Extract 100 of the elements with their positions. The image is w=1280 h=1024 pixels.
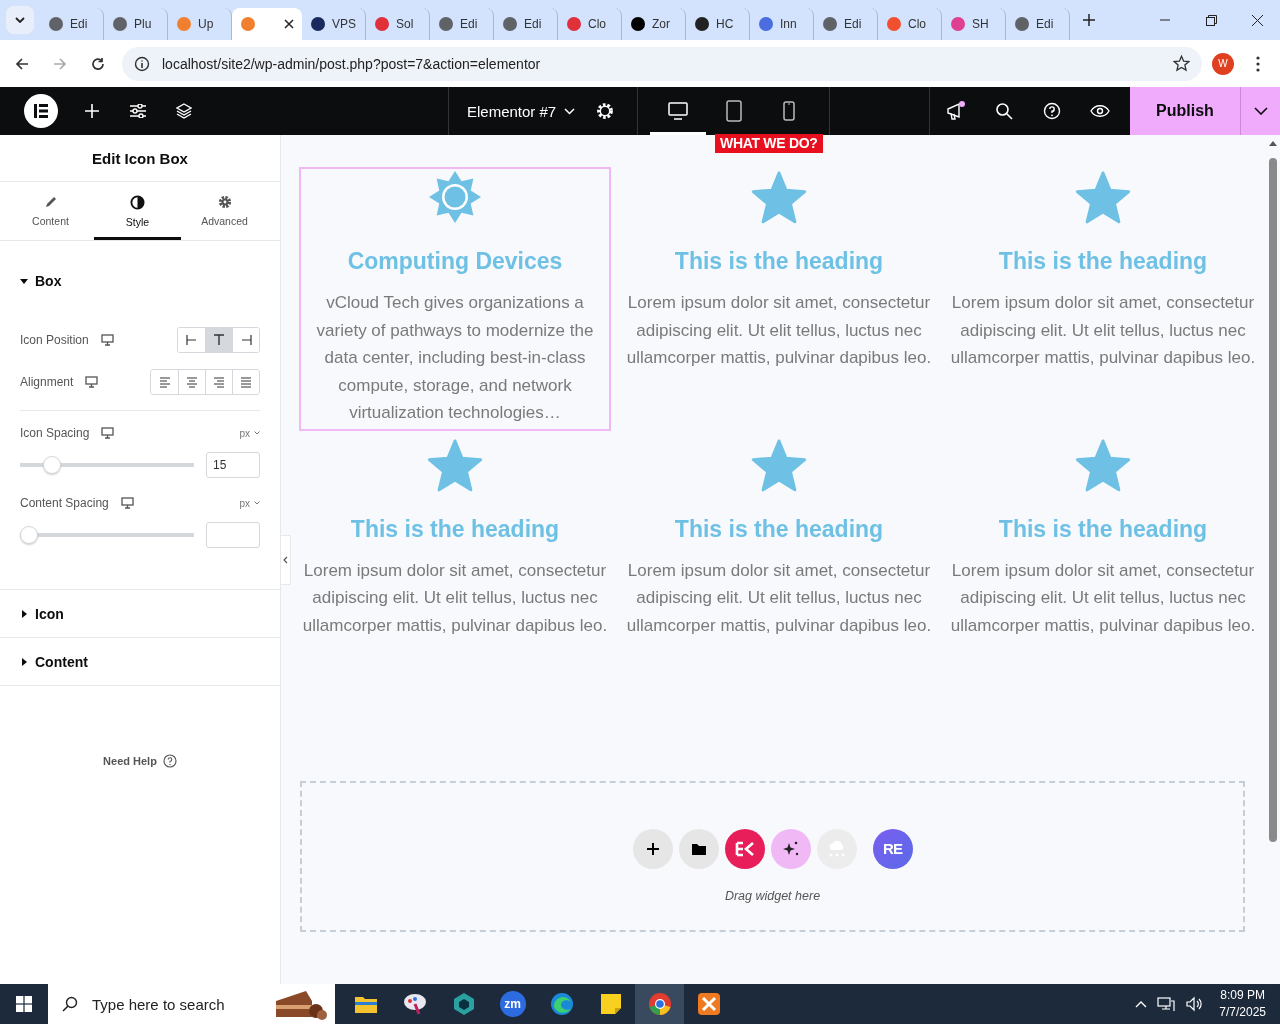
icon-box[interactable]: This is the heading Lorem ipsum dolor sit amet, consectetur adipiscing elit. Ut elit tellus, luctus nec ullamcorper mattis, pulvinar dapibus leo. [623, 167, 935, 431]
speaker-icon[interactable] [1185, 996, 1204, 1012]
document-title-button[interactable]: Elementor #7 [467, 102, 576, 120]
unit-selector[interactable]: px [239, 427, 260, 439]
icon-box[interactable]: This is the heading Lorem ipsum dolor sit amet, consectetur adipiscing elit. Ut elit tellus, luctus nec ullamcorper mattis, pulvinar dapibus leo. [623, 434, 935, 643]
desktop-icon[interactable] [85, 376, 99, 388]
choice-button[interactable] [232, 370, 259, 394]
publish-button[interactable]: Publish [1130, 87, 1240, 135]
segmented-control[interactable] [150, 369, 260, 395]
addon-button[interactable] [724, 828, 765, 869]
close-icon [1251, 14, 1263, 26]
chevron-left-icon [283, 556, 288, 564]
tab-title: Edi [844, 17, 862, 31]
drop-hint: Drag widget here [724, 888, 821, 903]
url-text: localhost/site2/wp-admin/post.php?post=7&action=elementor [162, 55, 542, 72]
tab-title: Edi [524, 17, 542, 31]
network-icon[interactable] [1157, 996, 1176, 1012]
desktop-icon [667, 102, 688, 120]
arrow-left-icon [15, 56, 29, 71]
addon-logo-button[interactable]: RE [872, 828, 913, 869]
tab-title: HC [716, 17, 734, 31]
logo-icon [33, 103, 49, 119]
gear-icon [596, 102, 614, 120]
control-label: Alignment [20, 375, 74, 389]
plus-icon [85, 104, 99, 118]
icon-box[interactable]: This is the heading Lorem ipsum dolor sit amet, consectetur adipiscing elit. Ut elit tellus, luctus nec ullamcorper mattis, pulvinar dapibus leo. [947, 434, 1259, 643]
star-icon [751, 437, 807, 492]
clock-time[interactable]: 8:09 PM [1220, 987, 1265, 1004]
layers-icon [176, 103, 192, 119]
info-icon[interactable] [134, 55, 150, 72]
box-description: Lorem ipsum dolor sit amet, consectetur adipiscing elit. Ut elit tellus, luctus nec ullamcorper mattis, pulvinar dapibus leo. [949, 292, 1257, 369]
profile-avatar[interactable]: W [1212, 52, 1234, 75]
icon-box[interactable]: This is the heading Lorem ipsum dolor sit amet, consectetur adipiscing elit. Ut elit tellus, luctus nec ullamcorper mattis, pulvinar dapibus leo. [299, 434, 611, 643]
minimize-icon [1160, 19, 1170, 21]
drop-zone[interactable]: RE Drag widget here [300, 781, 1245, 932]
panel-tab[interactable]: Style [94, 182, 181, 240]
plus-icon [1083, 14, 1095, 26]
tab-title: Edi [460, 17, 478, 31]
box-heading: This is the heading [350, 515, 560, 543]
notifications-button[interactable] [944, 99, 968, 123]
chevron-down-icon [254, 431, 260, 435]
slider-thumb[interactable] [43, 456, 62, 474]
box-description: vCloud Tech gives organizations a variety of pathways to modernize the data center, including best-in-class compute, storage, and network virtualization technologies… [315, 292, 595, 424]
tab-title: Zor [652, 17, 670, 31]
box-description: Lorem ipsum dolor sit amet, consectetur adipiscing elit. Ut elit tellus, luctus nec ullamcorper mattis, pulvinar dapibus leo. [625, 292, 933, 369]
panel-tab[interactable]: Advanced [181, 182, 268, 240]
top-icon [211, 332, 227, 348]
number-field[interactable] [206, 522, 260, 548]
justify-icon [238, 374, 254, 390]
segmented-control[interactable] [177, 327, 260, 353]
chevron-down-icon [1253, 107, 1268, 115]
search-icon [62, 996, 78, 1012]
taskbar-search-field[interactable]: Type here to search [48, 984, 335, 1024]
tab-list-button[interactable] [6, 6, 34, 34]
number-field[interactable]: 15 [206, 452, 260, 478]
star-outline-icon[interactable] [1173, 55, 1190, 72]
scroll-up-icon[interactable] [1268, 141, 1277, 146]
panel-tab[interactable]: Content [7, 182, 94, 240]
control-label: Icon Spacing [20, 426, 90, 440]
unit-selector[interactable]: px [239, 497, 260, 509]
reload-icon [91, 56, 105, 71]
zoom-taskbar-button[interactable]: zm [488, 984, 537, 1024]
clock-date[interactable]: 7/7/2025 [1219, 1004, 1266, 1021]
tab-title: Edi [1036, 17, 1054, 31]
address-bar[interactable]: localhost/site2/wp-admin/post.php?post=7&action=elementor [122, 46, 1202, 81]
arrow-right-icon [53, 56, 67, 71]
tab-title: Clo [908, 17, 926, 31]
box-heading: This is the heading [998, 248, 1208, 275]
chevron-down-icon [564, 107, 576, 115]
section-header[interactable]: Box [0, 241, 280, 319]
search-input[interactable]: Type here to search [90, 994, 260, 1014]
help-link[interactable]: Need Help [103, 755, 157, 767]
align-right-icon [211, 374, 227, 390]
desktop-icon[interactable] [120, 497, 134, 509]
choice-button[interactable] [232, 328, 259, 352]
align-center-icon [184, 374, 200, 390]
star-icon [427, 437, 483, 492]
mobile-icon [783, 101, 796, 121]
tab-title: Clo [588, 17, 606, 31]
section-header[interactable]: Icon [0, 590, 280, 637]
slider-thumb[interactable] [20, 526, 38, 544]
icon-box[interactable]: Computing Devices vCloud Tech gives organizations a variety of pathways to modernize the data center, including best-in-class compute, storage, and network virtualization technologies… [299, 167, 611, 431]
box-description: Lorem ipsum dolor sit amet, consectetur adipiscing elit. Ut elit tellus, luctus nec ullamcorper mattis, pulvinar dapibus leo. [949, 559, 1257, 637]
star-icon [751, 170, 807, 224]
sliders-icon [130, 104, 146, 118]
ai-button[interactable] [770, 828, 811, 869]
desktop-icon[interactable] [100, 334, 114, 346]
star-icon [1075, 437, 1131, 492]
chevron-up-icon[interactable] [1135, 1000, 1148, 1008]
tab-title: Edi [70, 17, 88, 31]
desktop-icon[interactable] [101, 427, 115, 439]
icon-box[interactable]: This is the heading Lorem ipsum dolor sit amet, consectetur adipiscing elit. Ut elit tellus, luctus nec ullamcorper mattis, pulvinar dapibus leo. [947, 167, 1259, 431]
elementor-logo[interactable] [24, 94, 58, 128]
choice-button[interactable] [205, 328, 232, 352]
section-header[interactable]: Content [0, 638, 280, 685]
help-icon[interactable] [162, 754, 177, 768]
eye-icon [1090, 104, 1110, 118]
tab-title: Inn [780, 17, 797, 31]
box-heading: This is the heading [674, 515, 884, 543]
close-icon[interactable] [284, 19, 294, 29]
